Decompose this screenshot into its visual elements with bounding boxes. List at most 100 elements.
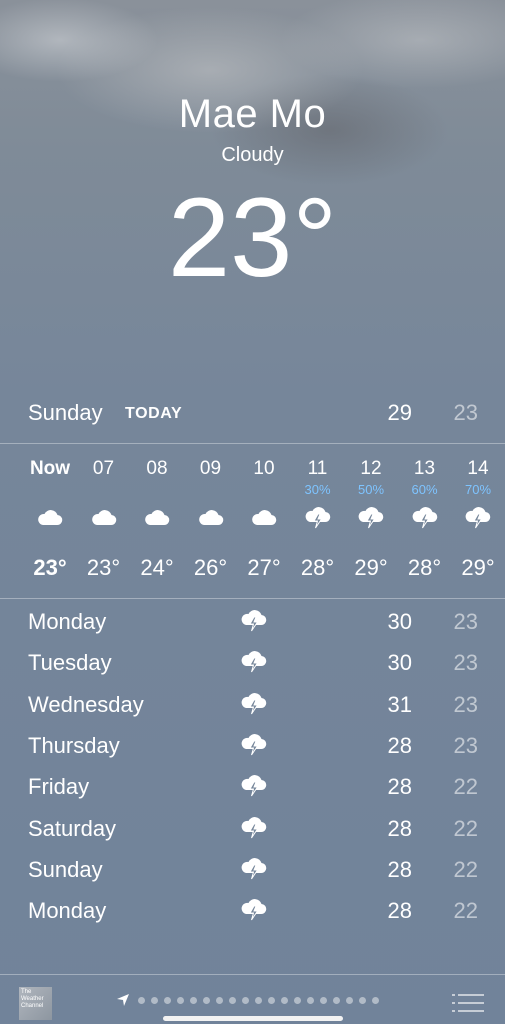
thunderstorm-icon [240, 899, 268, 923]
page-dot[interactable] [359, 997, 366, 1004]
hourly-item: 14 70% 29° [451, 445, 505, 597]
daily-day: Monday [28, 609, 107, 634]
location-arrow-icon[interactable] [116, 993, 130, 1007]
hourly-time: 14 [467, 458, 489, 479]
page-dot[interactable] [190, 997, 197, 1004]
thunderstorm-icon [240, 733, 268, 758]
page-dot[interactable] [203, 997, 210, 1004]
page-dot[interactable] [138, 997, 145, 1004]
hourly-temperature: 29° [461, 555, 495, 580]
hourly-time: 11 [307, 458, 328, 479]
page-dot[interactable] [242, 997, 249, 1004]
weather-channel-logo[interactable]: The Weather Channel [19, 987, 52, 1020]
page-dot[interactable] [320, 997, 327, 1004]
hourly-item: 08 24° [130, 445, 184, 597]
hourly-item: 10 27° [237, 445, 291, 597]
hourly-time: 10 [253, 458, 275, 479]
daily-day: Friday [28, 774, 90, 800]
cloud-icon [250, 507, 278, 529]
daily-high: 28 [387, 774, 412, 800]
daily-low: 23 [453, 609, 478, 634]
thunderstorm-icon [240, 857, 268, 882]
daily-day: Tuesday [28, 650, 112, 676]
daily-high: 30 [387, 650, 412, 676]
divider-top [0, 443, 505, 444]
daily-day: Wednesday [28, 691, 144, 717]
thunderstorm-icon [464, 507, 492, 529]
hourly-item: 11 30% 28° [291, 445, 345, 597]
daily-low: 23 [453, 691, 478, 717]
daily-low: 22 [453, 774, 478, 800]
daily-high: 28 [387, 815, 412, 841]
daily-low: 23 [453, 732, 478, 758]
page-dot[interactable] [372, 997, 379, 1004]
daily-row: Friday 28 22 [0, 767, 505, 808]
hourly-item: 09 26° [184, 445, 238, 597]
hourly-time: 13 [413, 458, 436, 479]
home-indicator[interactable] [163, 1016, 343, 1021]
daily-low: 22 [453, 815, 478, 841]
daily-low: 23 [453, 650, 478, 676]
daily-day: Thursday [28, 732, 120, 758]
hourly-time: 12 [360, 458, 382, 479]
current-temperature: 23° [167, 175, 338, 300]
thunderstorm-icon [357, 507, 385, 529]
today-low: 23 [453, 400, 478, 425]
page-dot[interactable] [294, 997, 301, 1004]
page-dot[interactable] [164, 997, 171, 1004]
daily-row: Tuesday 30 23 [0, 643, 505, 684]
city-name: Mae Mo [178, 92, 327, 136]
daily-row: Monday 28 22 [0, 891, 505, 932]
page-dot[interactable] [268, 997, 275, 1004]
list-icon[interactable] [452, 993, 484, 1013]
hourly-precipitation: 60% [411, 482, 438, 497]
thunderstorm-icon [411, 507, 439, 529]
thunderstorm-icon [304, 507, 332, 529]
daily-row: Wednesday 31 23 [0, 685, 505, 726]
hourly-precipitation: 50% [357, 482, 385, 497]
page-dot[interactable] [151, 997, 158, 1004]
daily-high: 28 [387, 898, 412, 924]
daily-high: 30 [387, 609, 412, 634]
cloud-icon [90, 507, 118, 529]
thunderstorm-icon [240, 692, 268, 717]
divider-middle [0, 598, 505, 599]
thunderstorm-icon [240, 610, 268, 634]
hourly-forecast[interactable]: Now 23° 07 23° 08 24° 09 26° 10 27° 11 30% 28° 12 50% 2… [0, 445, 505, 597]
page-dot[interactable] [216, 997, 223, 1004]
weather-condition: Cloudy [221, 144, 284, 166]
hourly-item: 12 50% 29° [344, 445, 398, 597]
page-dot[interactable] [229, 997, 236, 1004]
hourly-precipitation: 70% [464, 482, 492, 497]
hourly-item: 13 60% 28° [398, 445, 452, 597]
page-dot[interactable] [346, 997, 353, 1004]
daily-low: 22 [453, 898, 478, 924]
hourly-time: 07 [92, 458, 115, 479]
page-dot[interactable] [177, 997, 184, 1004]
daily-high: 28 [387, 856, 412, 882]
today-tag: TODAY [125, 405, 183, 422]
hourly-item: 07 23° [77, 445, 131, 597]
daily-day: Sunday [28, 856, 103, 882]
daily-day: Saturday [28, 815, 117, 841]
thunderstorm-icon [240, 775, 268, 799]
page-dot[interactable] [281, 997, 288, 1004]
daily-row: Thursday 28 23 [0, 726, 505, 767]
thunderstorm-icon [240, 816, 268, 841]
hourly-time: 09 [199, 458, 222, 479]
hourly-item: Now 23° [23, 445, 77, 597]
cloud-icon [197, 507, 225, 529]
page-dot[interactable] [255, 997, 262, 1004]
cloud-icon [36, 507, 64, 529]
thunderstorm-icon [240, 651, 268, 675]
page-dot[interactable] [333, 997, 340, 1004]
daily-row: Sunday 28 22 [0, 850, 505, 891]
cloud-icon [143, 507, 171, 529]
hourly-time: 08 [146, 458, 168, 479]
daily-row: Monday 30 23 [0, 602, 505, 643]
page-dot[interactable] [307, 997, 314, 1004]
daily-day: Monday [28, 898, 107, 924]
hourly-time: Now [29, 458, 71, 479]
today-day: Sunday [28, 400, 103, 425]
today-summary: Sunday TODAY 29 23 [0, 394, 505, 434]
